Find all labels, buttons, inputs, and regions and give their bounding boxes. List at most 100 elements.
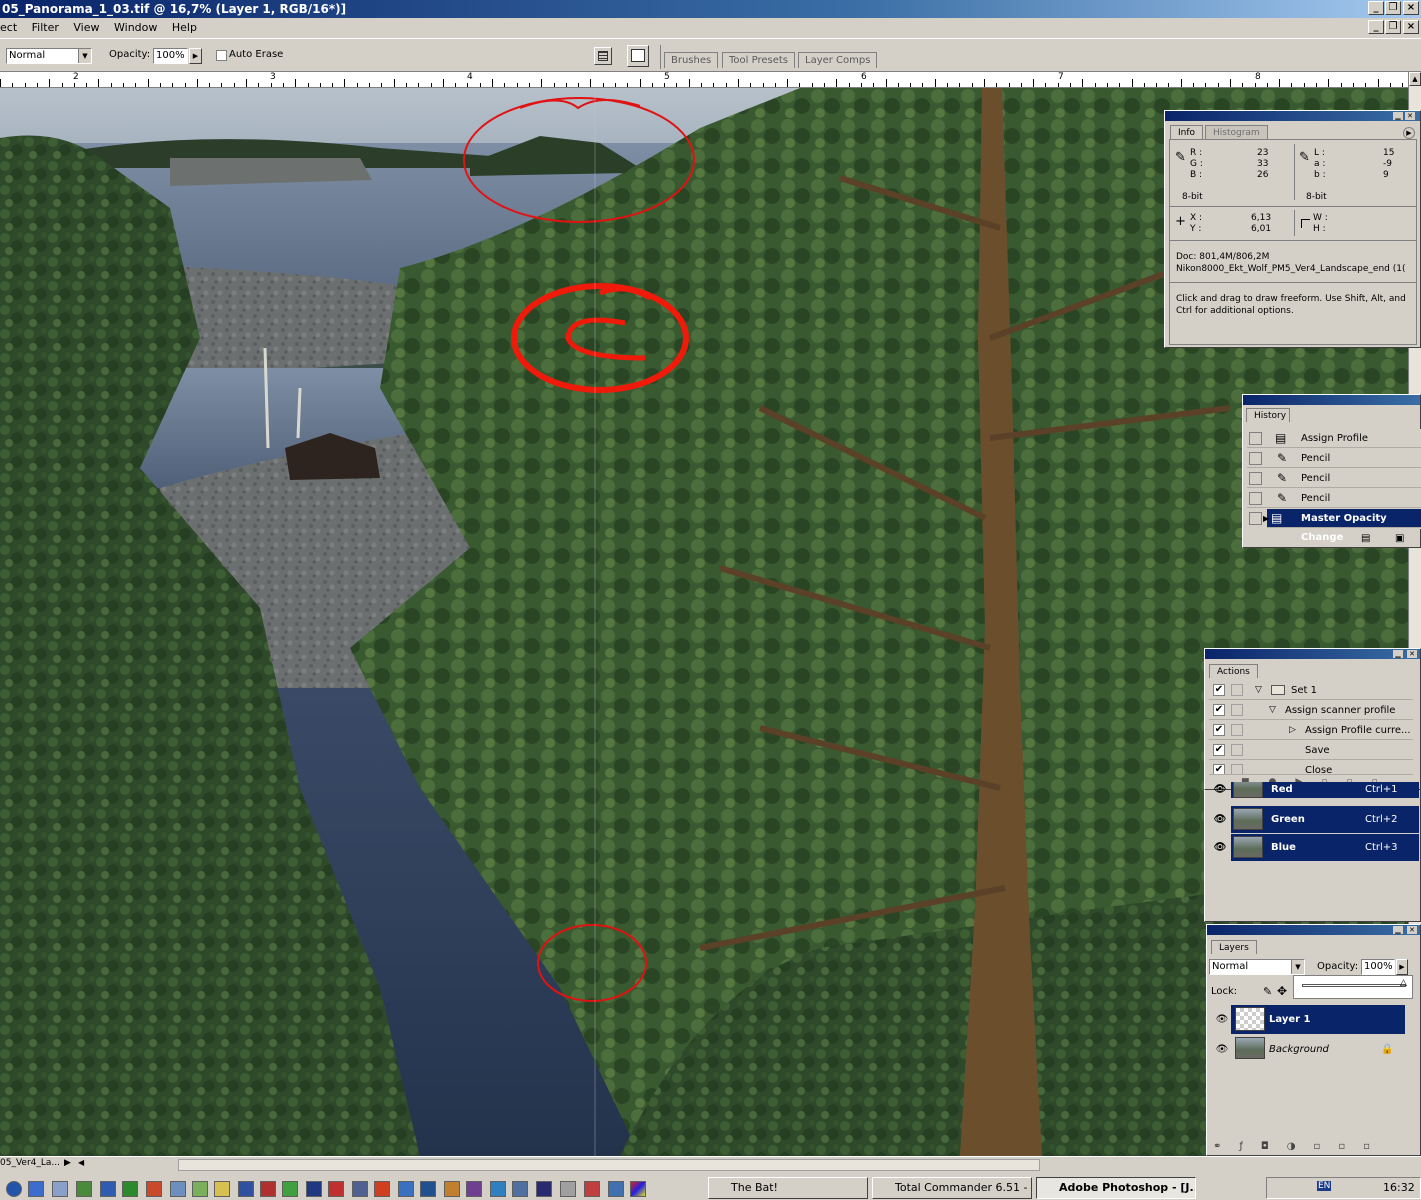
app-icon[interactable]: [608, 1181, 624, 1197]
tab-histogram[interactable]: Histogram: [1205, 125, 1268, 139]
app-icon[interactable]: [584, 1181, 600, 1197]
layer-opacity-input[interactable]: 100%: [1361, 959, 1395, 975]
palette-icon[interactable]: [594, 47, 612, 65]
snapshot-icon[interactable]: ▣: [1395, 533, 1404, 544]
eye-icon[interactable]: 👁: [1213, 834, 1227, 861]
file-browser-icon[interactable]: [627, 45, 649, 67]
app-icon[interactable]: [282, 1181, 298, 1197]
excel-icon[interactable]: [122, 1181, 138, 1197]
layer-row[interactable]: 👁 Layer 1: [1211, 1005, 1405, 1034]
tab-actions[interactable]: Actions: [1209, 664, 1258, 678]
history-item[interactable]: ✎ Pencil: [1247, 449, 1421, 468]
app-icon[interactable]: [76, 1181, 92, 1197]
history-item[interactable]: ✎ Pencil: [1247, 489, 1421, 508]
panel-minimize-button[interactable]: ▁: [1393, 112, 1403, 120]
action-set[interactable]: ✔ ▽ Set 1: [1209, 681, 1413, 700]
mode-select[interactable]: Normal ▼: [6, 48, 92, 64]
app-icon[interactable]: [28, 1181, 44, 1197]
app-icon[interactable]: [260, 1181, 276, 1197]
tab-layers[interactable]: Layers: [1211, 940, 1257, 954]
app-icon[interactable]: [420, 1181, 436, 1197]
horizontal-scrollbar[interactable]: [178, 1159, 1040, 1171]
channel-row[interactable]: 👁 Green Ctrl+2: [1209, 806, 1419, 833]
action-item[interactable]: ✔ ▷ Assign Profile curre...: [1209, 721, 1413, 740]
app-icon[interactable]: [52, 1181, 68, 1197]
app-icon[interactable]: [466, 1181, 482, 1197]
eye-icon[interactable]: 👁: [1213, 782, 1227, 798]
doc-minimize-button[interactable]: _: [1368, 20, 1384, 34]
app-icon[interactable]: [328, 1181, 344, 1197]
history-item-selected[interactable]: ▤ Master Opacity Change: [1267, 509, 1421, 543]
channel-row[interactable]: 👁 Blue Ctrl+3: [1209, 834, 1419, 861]
start-icon[interactable]: [6, 1181, 22, 1197]
layers-toolbar[interactable]: ⚭ƒ◘◑▫▫▫: [1207, 1139, 1421, 1155]
new-document-icon[interactable]: ▤: [1361, 533, 1370, 544]
action-item[interactable]: ✔ ▽ Assign scanner profile: [1209, 701, 1413, 720]
app-icon[interactable]: [306, 1181, 322, 1197]
eye-icon[interactable]: 👁: [1215, 1035, 1229, 1064]
app-icon[interactable]: [630, 1181, 646, 1197]
auto-erase-checkbox[interactable]: [216, 50, 227, 61]
slider-thumb-icon[interactable]: △: [1400, 978, 1407, 988]
panel-close-icon[interactable]: ✕: [1405, 112, 1415, 120]
panel-minimize-button[interactable]: ▁: [1393, 650, 1403, 658]
task-photoshop[interactable]: Adobe Photoshop - [J...: [1036, 1177, 1196, 1199]
opacity-arrow-button[interactable]: ▶: [189, 48, 202, 64]
app-icon[interactable]: [560, 1181, 576, 1197]
tab-info[interactable]: Info: [1170, 125, 1204, 139]
app-icon[interactable]: [352, 1181, 368, 1197]
panel-menu-icon[interactable]: ▶: [1403, 127, 1415, 139]
menu-select[interactable]: ect: [0, 21, 17, 34]
lock-pixels-icon[interactable]: ✎: [1263, 985, 1272, 998]
app-icon[interactable]: [536, 1181, 552, 1197]
doc-close-button[interactable]: ×: [1403, 20, 1419, 34]
history-state-checkbox[interactable]: [1249, 512, 1262, 525]
panel-close-icon[interactable]: ✕: [1407, 650, 1417, 658]
app-icon[interactable]: [512, 1181, 528, 1197]
panel-close-icon[interactable]: ✕: [1407, 926, 1417, 934]
app-icon[interactable]: [192, 1181, 208, 1197]
tab-history[interactable]: History: [1246, 408, 1290, 422]
task-total-commander[interactable]: Total Commander 6.51 - ...: [872, 1177, 1032, 1199]
scroll-left-icon[interactable]: ◀: [78, 1158, 84, 1167]
layer-row[interactable]: 👁 Background 🔒: [1211, 1035, 1405, 1064]
eye-icon[interactable]: 👁: [1215, 1005, 1229, 1034]
eye-icon[interactable]: 👁: [1213, 806, 1227, 833]
tab-layer-comps[interactable]: Layer Comps: [798, 52, 878, 68]
app-icon[interactable]: [238, 1181, 254, 1197]
status-menu-arrow-icon[interactable]: ▶: [64, 1158, 71, 1168]
app-icon[interactable]: [444, 1181, 460, 1197]
tab-tool-presets[interactable]: Tool Presets: [722, 52, 795, 68]
opacity-arrow-button[interactable]: ▶: [1396, 959, 1408, 975]
task-the-bat[interactable]: The Bat!: [708, 1177, 868, 1199]
action-item[interactable]: ✔ Close: [1209, 761, 1413, 775]
channel-row[interactable]: 👁 Red Ctrl+1: [1209, 782, 1419, 798]
history-item[interactable]: ▤ Assign Profile: [1247, 429, 1421, 448]
app-icon[interactable]: [490, 1181, 506, 1197]
menu-view[interactable]: View: [73, 21, 99, 34]
language-indicator[interactable]: EN: [1317, 1181, 1332, 1191]
app-icon[interactable]: [214, 1181, 230, 1197]
action-item[interactable]: ✔ Save: [1209, 741, 1413, 760]
app-icon[interactable]: [398, 1181, 414, 1197]
menu-filter[interactable]: Filter: [32, 21, 59, 34]
doc-restore-button[interactable]: ❐: [1385, 20, 1401, 34]
filezilla-icon[interactable]: [374, 1181, 390, 1197]
tab-brushes[interactable]: Brushes: [664, 52, 719, 68]
ruler-tick: [898, 83, 899, 87]
minimize-button[interactable]: _: [1368, 1, 1384, 15]
opacity-input[interactable]: 100%: [153, 48, 188, 64]
history-item[interactable]: ✎ Pencil: [1247, 469, 1421, 488]
close-button[interactable]: ×: [1403, 1, 1419, 15]
word-icon[interactable]: [100, 1181, 116, 1197]
lock-position-icon[interactable]: ✥: [1277, 984, 1287, 998]
menu-help[interactable]: Help: [172, 21, 197, 34]
opacity-slider[interactable]: △: [1293, 975, 1413, 999]
chevron-down-icon: ▼: [1291, 960, 1304, 974]
blend-mode-select[interactable]: Normal ▼: [1209, 959, 1305, 975]
panel-minimize-button[interactable]: ▁: [1393, 926, 1403, 934]
app-icon[interactable]: [146, 1181, 162, 1197]
menu-window[interactable]: Window: [114, 21, 157, 34]
app-icon[interactable]: [170, 1181, 186, 1197]
restore-button[interactable]: ❐: [1385, 1, 1401, 15]
